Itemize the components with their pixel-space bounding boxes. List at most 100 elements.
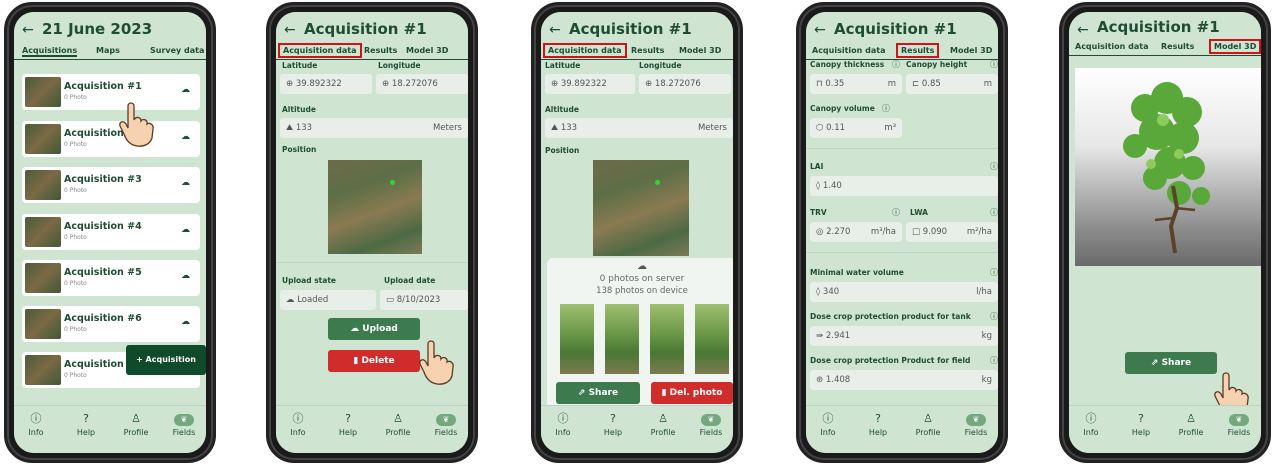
- info-icon[interactable]: ⓘ: [990, 207, 998, 218]
- nav-info[interactable]: ⓘ Info: [280, 412, 316, 437]
- nav-info[interactable]: ⓘ Info: [810, 412, 846, 437]
- info-icon: ⓘ: [30, 412, 42, 425]
- nav-label: Info: [1083, 428, 1099, 437]
- nav-help[interactable]: ? Help: [330, 412, 366, 437]
- photo-thumbnail[interactable]: [560, 304, 594, 374]
- nav-fields[interactable]: ❦ Fields: [166, 412, 202, 437]
- info-icon[interactable]: ⓘ: [990, 59, 998, 70]
- share-button-label: Share: [1161, 358, 1192, 368]
- nav-profile[interactable]: ♙ Profile: [380, 412, 416, 437]
- nav-info[interactable]: ⓘ Info: [1073, 412, 1109, 437]
- bottom-nav: ⓘ Info ? Help ♙ Profile ❦ Fields: [1069, 405, 1261, 453]
- tab-model-3d[interactable]: Model 3D: [950, 46, 992, 55]
- unit: m²/ha: [966, 227, 992, 237]
- nav-fields[interactable]: ❦ Fields: [958, 412, 994, 437]
- altitude-field: ⛰ 133 Meters: [280, 118, 468, 138]
- help-icon: ?: [875, 412, 881, 425]
- nav-profile[interactable]: ♙ Profile: [118, 412, 154, 437]
- trv-field: ◎ 2.270 m³/ha: [810, 222, 902, 242]
- nav-info[interactable]: ⓘ Info: [545, 412, 581, 437]
- list-item[interactable]: Acquisition #4 0 Photo ☁: [22, 214, 200, 250]
- cloud-icon[interactable]: ☁: [181, 271, 190, 281]
- bottom-nav: ⓘ Info ? Help ♙ Profile ❦ Fields: [541, 405, 733, 453]
- leaf-icon: ❦: [701, 414, 721, 426]
- tab-acquisitions[interactable]: Acquisitions: [22, 46, 78, 57]
- back-arrow-icon[interactable]: ←: [549, 22, 561, 38]
- photo-thumbnail[interactable]: [605, 304, 639, 374]
- position-map[interactable]: [328, 160, 422, 254]
- nav-info[interactable]: ⓘ Info: [18, 412, 54, 437]
- info-icon[interactable]: ⓘ: [882, 103, 890, 114]
- nav-label: Fields: [1227, 428, 1251, 437]
- nav-profile[interactable]: ♙ Profile: [910, 412, 946, 437]
- bottom-nav: ⓘ Info ? Help ♙ Profile ❦ Fields: [806, 405, 998, 453]
- nav-help[interactable]: ? Help: [860, 412, 896, 437]
- back-arrow-icon[interactable]: ←: [814, 22, 826, 38]
- photo-thumbnail[interactable]: [695, 304, 729, 374]
- tab-acquisition-data[interactable]: Acquisition data: [543, 43, 627, 58]
- list-item[interactable]: Acquisition #5 0 Photo ☁: [22, 260, 200, 296]
- nav-profile[interactable]: ♙ Profile: [1173, 412, 1209, 437]
- item-title: Acquisition #4: [64, 221, 142, 232]
- info-icon[interactable]: ⓘ: [990, 311, 998, 322]
- share-button[interactable]: ⇗ Share: [1125, 352, 1217, 374]
- unit: l/ha: [976, 287, 992, 297]
- nav-help[interactable]: ? Help: [595, 412, 631, 437]
- upload-state-field: ☁ Loaded: [280, 290, 376, 310]
- cloud-icon[interactable]: ☁: [181, 132, 190, 142]
- tab-results[interactable]: Results: [364, 46, 397, 55]
- nav-label: Help: [338, 428, 358, 437]
- nav-help[interactable]: ? Help: [1123, 412, 1159, 437]
- unit: kg: [981, 375, 992, 385]
- info-icon[interactable]: ⓘ: [990, 267, 998, 278]
- info-icon[interactable]: ⓘ: [990, 161, 998, 172]
- bottom-nav: ⓘ Info ? Help ♙ Profile ❦ Fields: [276, 405, 468, 453]
- tab-acquisition-data[interactable]: Acquisition data: [812, 46, 886, 55]
- back-arrow-icon[interactable]: ←: [1077, 22, 1089, 38]
- tab-results[interactable]: Results: [1161, 42, 1194, 51]
- info-icon[interactable]: ⓘ: [892, 207, 900, 218]
- list-item[interactable]: Acquisition #6 0 Photo ☁: [22, 306, 200, 342]
- nav-fields[interactable]: ❦ Fields: [428, 412, 464, 437]
- screen: ← Acquisition #1 Acquisition data Result…: [1069, 12, 1261, 453]
- nav-label: Fields: [434, 428, 458, 437]
- info-icon[interactable]: ⓘ: [990, 355, 998, 366]
- tab-acquisition-data[interactable]: Acquisition data: [1075, 42, 1149, 51]
- upload-date-label: Upload date: [384, 276, 436, 285]
- tab-acquisition-data[interactable]: Acquisition data: [278, 43, 362, 58]
- phone-acquisitions-list: ← 21 June 2023 Acquisitions Maps Survey …: [4, 2, 216, 463]
- back-arrow-icon[interactable]: ←: [22, 22, 34, 38]
- nav-profile[interactable]: ♙ Profile: [645, 412, 681, 437]
- tab-maps[interactable]: Maps: [96, 46, 120, 55]
- nav-label: Info: [820, 428, 836, 437]
- add-acquisition-button[interactable]: + Acquisition: [126, 345, 206, 375]
- nav-fields[interactable]: ❦ Fields: [693, 412, 729, 437]
- nav-label: Profile: [915, 428, 941, 437]
- nav-label: Help: [603, 428, 623, 437]
- cloud-icon[interactable]: ☁: [181, 85, 190, 95]
- lwa-label: LWA: [910, 208, 928, 217]
- nav-help[interactable]: ? Help: [68, 412, 104, 437]
- tab-results[interactable]: Results: [631, 46, 664, 55]
- model-3d-viewer[interactable]: [1075, 68, 1261, 266]
- delete-button[interactable]: ▮ Delete: [328, 350, 420, 372]
- cloud-icon[interactable]: ☁: [181, 317, 190, 327]
- position-label: Position: [282, 145, 317, 154]
- list-item[interactable]: Acquisition #3 0 Photo ☁: [22, 167, 200, 203]
- item-subtitle: 0 Photo: [64, 326, 87, 333]
- upload-button[interactable]: ☁ Upload: [328, 318, 420, 340]
- info-icon[interactable]: ⓘ: [892, 59, 900, 70]
- position-map[interactable]: [593, 160, 689, 256]
- tank-dose-field: ⇛ 2.941 kg: [810, 326, 998, 346]
- tab-results[interactable]: Results: [896, 43, 940, 58]
- tab-model-3d[interactable]: Model 3D: [406, 46, 448, 55]
- tab-model-3d[interactable]: Model 3D: [1209, 39, 1261, 54]
- back-arrow-icon[interactable]: ←: [284, 22, 296, 38]
- tap-hand-icon: [115, 95, 154, 147]
- nav-fields[interactable]: ❦ Fields: [1221, 412, 1257, 437]
- cloud-icon[interactable]: ☁: [181, 225, 190, 235]
- cloud-icon[interactable]: ☁: [181, 178, 190, 188]
- tab-model-3d[interactable]: Model 3D: [679, 46, 721, 55]
- tab-survey-data[interactable]: Survey data: [150, 46, 204, 55]
- photo-thumbnail[interactable]: [650, 304, 684, 374]
